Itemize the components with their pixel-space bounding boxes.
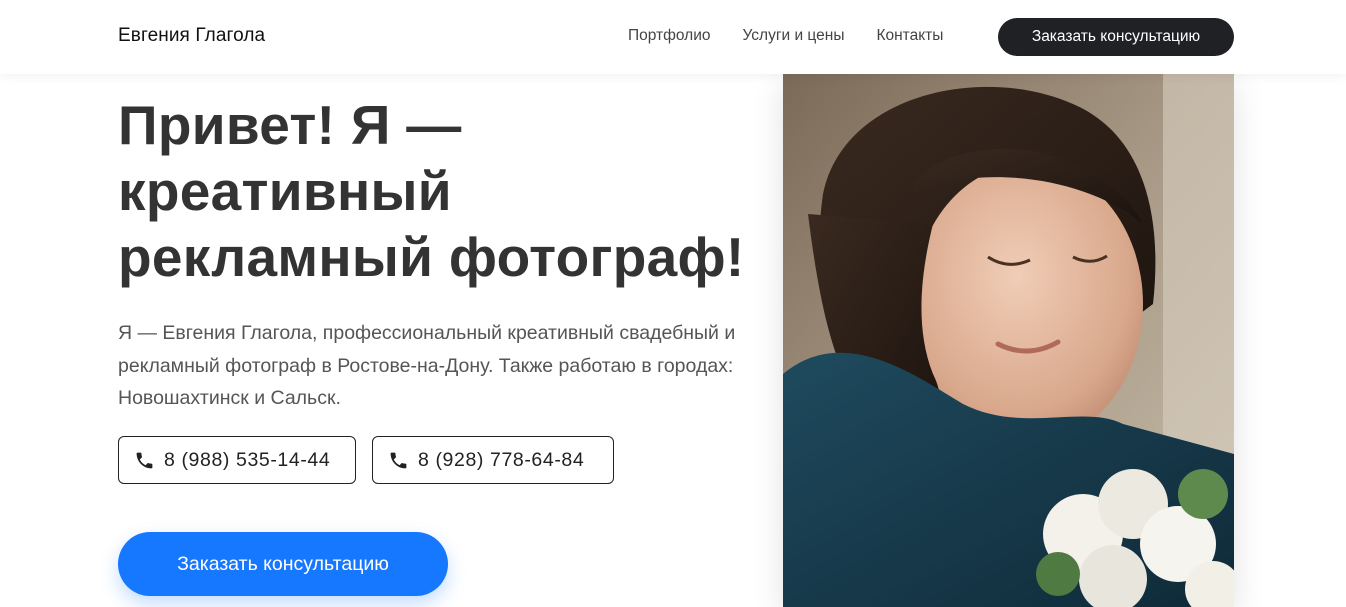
nav-link-portfolio[interactable]: Портфолио — [628, 27, 711, 45]
phone-icon — [134, 450, 155, 471]
main-nav: Портфолио Услуги и цены Контакты — [628, 27, 975, 45]
phone-number-2: 8 (928) 778-64-84 — [418, 448, 585, 471]
hero-title: Привет! Я — креативный рекламный фотогра… — [118, 92, 778, 290]
hero-description: Я — Евгения Глагола, профессиональный кр… — [118, 322, 736, 409]
hero-title-line-2: креативный — [118, 160, 452, 222]
portrait-photo — [783, 74, 1234, 607]
hero-consultation-button[interactable]: Заказать консультацию — [118, 532, 448, 596]
nav-link-services-prices[interactable]: Услуги и цены — [743, 27, 845, 45]
phone-button-2[interactable]: 8 (928) 778-64-84 — [372, 436, 614, 484]
site-header: Евгения Глагола Портфолио Услуги и цены … — [0, 0, 1346, 74]
nav-link-contacts[interactable]: Контакты — [876, 27, 943, 45]
phone-number-1: 8 (988) 535-14-44 — [164, 448, 331, 471]
phone-icon — [388, 450, 409, 471]
phone-button-1[interactable]: 8 (988) 535-14-44 — [118, 436, 356, 484]
hero-title-line-1: Привет! Я — — [118, 94, 462, 156]
brand-logo-text[interactable]: Евгения Глагола — [118, 25, 265, 47]
hero-title-line-3: рекламный фотограф! — [118, 226, 745, 288]
header-consultation-button[interactable]: Заказать консультацию — [998, 18, 1234, 56]
